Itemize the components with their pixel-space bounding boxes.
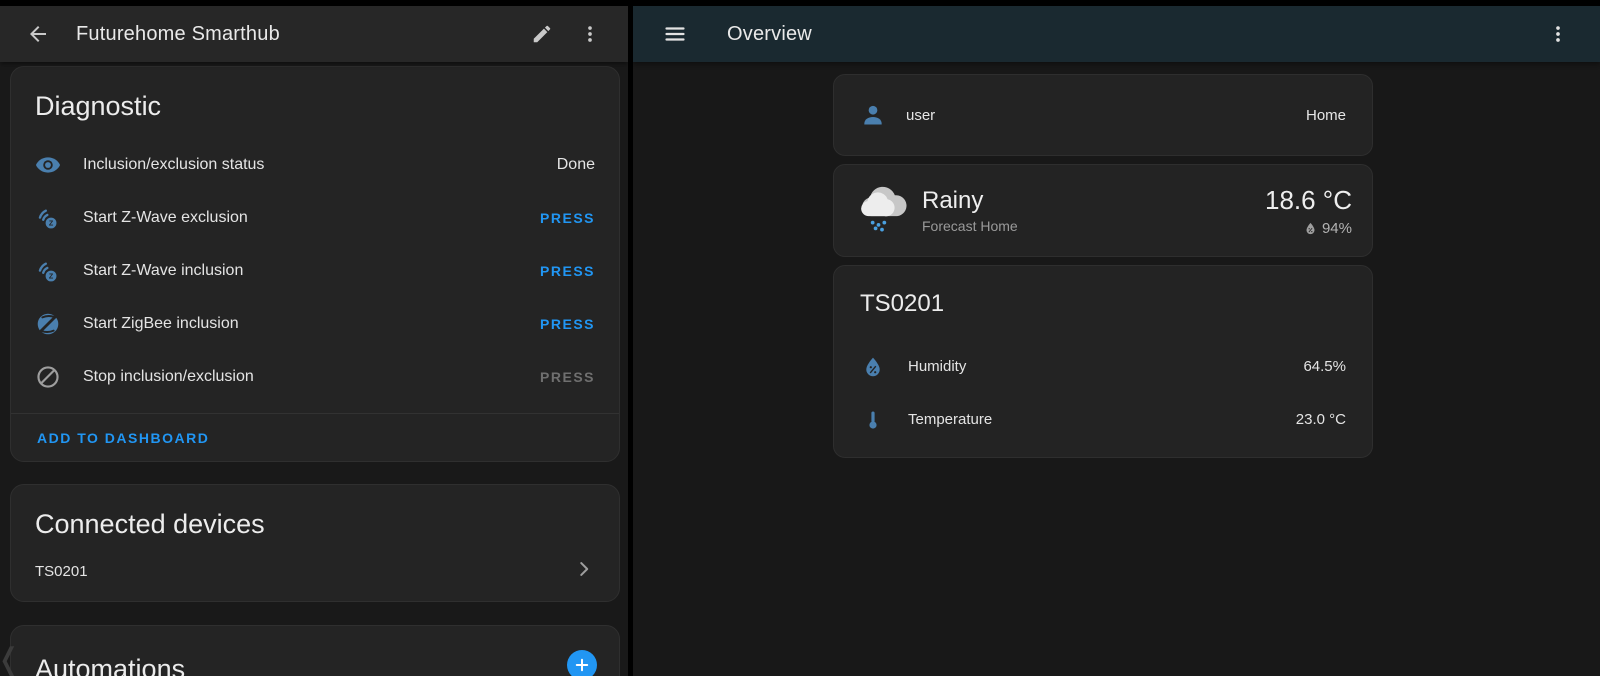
chevron-right-icon (573, 558, 595, 585)
pencil-icon (531, 23, 553, 45)
automations-card: Automations (10, 625, 620, 676)
diagnostic-card-title: Diagnostic (35, 67, 595, 122)
add-automation-button[interactable] (567, 650, 597, 676)
row-label: Inclusion/exclusion status (83, 156, 264, 174)
plus-icon (573, 656, 591, 674)
row-label: Start Z-Wave inclusion (83, 262, 243, 280)
rainy-weather-icon (854, 180, 910, 241)
weather-card[interactable]: Rainy Forecast Home 18.6 °C 94% (833, 164, 1373, 257)
row-value: 64.5% (1303, 358, 1346, 375)
row-label: Start Z-Wave exclusion (83, 209, 248, 227)
row-value: 23.0 °C (1296, 411, 1346, 428)
menu-button[interactable] (655, 14, 695, 54)
weather-humidity-row: 94% (1265, 220, 1352, 237)
diagnostic-card-footer: ADD TO DASHBOARD (11, 413, 619, 461)
sensor-card-title: TS0201 (860, 282, 1346, 318)
connected-devices-title: Connected devices (35, 485, 595, 540)
person-icon (860, 102, 886, 128)
diagnostic-card: Diagnostic Inclusion/exclusion status Do… (10, 66, 620, 462)
row-zwave-exclusion[interactable]: Z Start Z-Wave exclusion PRESS (35, 191, 595, 244)
user-entity-state: Home (1306, 107, 1346, 124)
screen: Futurehome Smarthub Diagnostic (0, 0, 1600, 676)
device-page-window: Futurehome Smarthub Diagnostic (0, 6, 628, 676)
device-page-header: Futurehome Smarthub (0, 6, 628, 62)
overflow-menu-button[interactable] (570, 14, 610, 54)
row-label: Temperature (908, 411, 992, 428)
row-value: Done (557, 156, 595, 174)
weather-temperature: 18.6 °C (1265, 185, 1352, 216)
overview-overflow-button[interactable] (1538, 14, 1578, 54)
press-button[interactable]: PRESS (540, 263, 595, 279)
row-label: Stop inclusion/exclusion (83, 368, 254, 386)
weather-values: 18.6 °C 94% (1265, 185, 1352, 237)
zwave-icon: Z (35, 205, 61, 231)
dashboard-title: Overview (727, 23, 812, 46)
kebab-menu-icon (579, 23, 601, 45)
humidity-icon (860, 354, 886, 380)
row-stop-inclusion[interactable]: Stop inclusion/exclusion PRESS (35, 350, 595, 403)
svg-text:Z: Z (49, 272, 54, 280)
humidity-drop-icon (1303, 221, 1318, 236)
zwave-icon: Z (35, 258, 61, 284)
row-zigbee-inclusion[interactable]: Start ZigBee inclusion PRESS (35, 297, 595, 350)
arrow-left-icon (26, 22, 50, 46)
weather-entity-name: Forecast Home (922, 218, 1018, 234)
press-button-disabled: PRESS (540, 369, 595, 385)
svg-text:Z: Z (49, 219, 54, 227)
zigbee-icon (35, 311, 61, 337)
device-name: TS0201 (35, 563, 88, 580)
eye-icon (35, 152, 61, 178)
add-to-dashboard-button[interactable]: ADD TO DASHBOARD (37, 430, 209, 446)
automations-title: Automations (35, 626, 595, 676)
overview-header: Overview (633, 6, 1600, 62)
kebab-menu-icon (1547, 23, 1569, 45)
hamburger-icon (663, 22, 687, 46)
weather-texts: Rainy Forecast Home (922, 187, 1018, 234)
connected-devices-card: Connected devices TS0201 (10, 484, 620, 602)
press-button[interactable]: PRESS (540, 210, 595, 226)
humidity-row[interactable]: Humidity 64.5% (860, 340, 1346, 393)
weather-humidity-value: 94% (1322, 220, 1352, 237)
row-zwave-inclusion[interactable]: Z Start Z-Wave inclusion PRESS (35, 244, 595, 297)
back-button[interactable] (18, 14, 58, 54)
edit-button[interactable] (522, 14, 562, 54)
thermometer-icon (860, 407, 886, 433)
connected-device-item[interactable]: TS0201 (35, 546, 595, 596)
sensor-rows: Humidity 64.5% Temperature 23.0 °C (860, 340, 1346, 446)
press-button[interactable]: PRESS (540, 316, 595, 332)
cancel-icon (35, 364, 61, 390)
overview-window: Overview user Home (633, 6, 1600, 676)
user-entity-card[interactable]: user Home (833, 74, 1373, 156)
row-label: Start ZigBee inclusion (83, 315, 239, 333)
sensor-card: TS0201 Humidity 64.5% (833, 265, 1373, 458)
user-entity-name: user (906, 107, 935, 124)
back-gesture-indicator: ❬ (0, 642, 21, 676)
diagnostic-rows: Inclusion/exclusion status Done Z (35, 138, 595, 403)
page-title: Futurehome Smarthub (76, 23, 280, 46)
row-inclusion-status[interactable]: Inclusion/exclusion status Done (35, 138, 595, 191)
weather-state: Rainy (922, 187, 1018, 215)
row-label: Humidity (908, 358, 966, 375)
temperature-row[interactable]: Temperature 23.0 °C (860, 393, 1346, 446)
